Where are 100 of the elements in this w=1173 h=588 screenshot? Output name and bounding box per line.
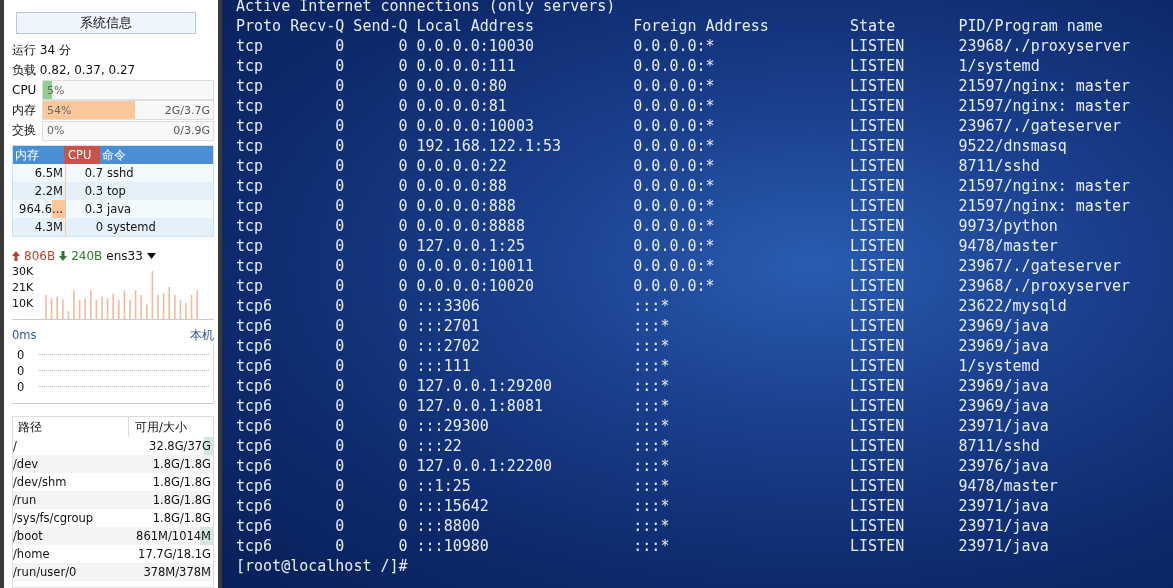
terminal-cell-text: 1/systemd xyxy=(958,356,1041,376)
terminal-cell-text: LISTEN xyxy=(850,356,906,376)
meter-reading: 54% xyxy=(46,104,72,117)
meter-label: 内存 xyxy=(12,102,37,119)
terminal-cell-text: :::* xyxy=(633,436,671,456)
terminal-cell-text: 1/systemd xyxy=(958,56,1041,76)
terminal-cell-text: tcp xyxy=(236,276,265,296)
terminal-cell-text: 0.0.0.0:* xyxy=(633,196,716,216)
terminal-cell-text: 0 xyxy=(334,236,345,256)
terminal-cell-text: 0.0.0.0:80 xyxy=(415,76,508,96)
terminal-cell-text: LISTEN xyxy=(850,276,906,296)
terminal-cell-text: 0 xyxy=(397,456,408,476)
terminal-cell-text: 9478/master xyxy=(958,476,1059,496)
terminal-cell-text: 0 xyxy=(397,76,408,96)
terminal-cell-text: 0.0.0.0:* xyxy=(633,256,716,276)
terminal-cell-text: LISTEN xyxy=(850,476,906,496)
terminal-cell-text: LISTEN xyxy=(850,416,906,436)
terminal-cell-text: 0 xyxy=(334,416,345,436)
terminal-cell-text: 0.0.0.0:* xyxy=(633,276,716,296)
arrow-up-icon xyxy=(12,251,20,261)
terminal-cell-text: LISTEN xyxy=(850,76,906,96)
terminal-cell-text: 127.0.0.1:22200 xyxy=(415,456,554,476)
terminal-cell-text: :::29300 xyxy=(415,416,490,436)
terminal-column-header: Local Address xyxy=(415,16,535,36)
terminal-cell-text: 0 xyxy=(397,256,408,276)
terminal-cell-text: 0 xyxy=(334,136,345,156)
terminal-cell-text: tcp xyxy=(236,36,265,56)
terminal-cell-text: 127.0.0.1:8081 xyxy=(415,396,544,416)
terminal-cell-text: tcp6 xyxy=(236,516,274,536)
column-header[interactable]: 路径 xyxy=(13,417,129,437)
terminal-cell-text: 23968/./proxyserver xyxy=(958,36,1131,56)
terminal-cell-text: LISTEN xyxy=(850,96,906,116)
terminal-cell-text: 0 xyxy=(334,56,345,76)
terminal-cell-text: :::* xyxy=(633,336,671,356)
meter-total: 0/3.9G xyxy=(173,124,211,138)
table-cell-text: 1.8G/1.8G xyxy=(151,492,212,509)
table-cell-text: 1.8G/1.8G xyxy=(151,456,212,473)
terminal-cell-text: :::8800 xyxy=(415,516,481,536)
terminal-cell-text: 0 xyxy=(334,316,345,336)
load-text: 负载 0.82, 0.37, 0.27 xyxy=(12,62,137,79)
terminal-cell-text: tcp6 xyxy=(236,476,274,496)
terminal-cell-text: 127.0.0.1:25 xyxy=(415,236,526,256)
terminal-cell-text: 0.0.0.0:* xyxy=(633,136,716,156)
terminal-cell-text: 0 xyxy=(334,516,345,536)
terminal-cell-text: 0 xyxy=(397,516,408,536)
table-cell: 2.2M xyxy=(13,182,66,200)
column-header[interactable]: 可用/大小 xyxy=(129,417,213,437)
terminal-cell-text: 0.0.0.0:* xyxy=(633,76,716,96)
table-cell-text: /run xyxy=(13,492,38,509)
terminal-cell-text: 127.0.0.1:29200 xyxy=(415,376,554,396)
terminal-cell-text: 0 xyxy=(397,236,408,256)
axis-label: 10K xyxy=(12,297,35,310)
terminal-cell-text: 0.0.0.0:88 xyxy=(415,176,508,196)
terminal-column-header: Send-Q xyxy=(352,16,408,36)
table-cell-text: 1.8G/1.8G xyxy=(151,510,212,527)
terminal-cell-text: LISTEN xyxy=(850,236,906,256)
caret-down-icon[interactable] xyxy=(146,253,156,259)
terminal-cell-text: 0 xyxy=(334,116,345,136)
terminal-cell-text: 0 xyxy=(334,336,345,356)
table-cell-text: 378M/378M xyxy=(142,564,212,581)
table-cell-text: 0.7 xyxy=(83,165,104,182)
table-cell-text: 0.3 xyxy=(83,183,104,200)
terminal-cell-text: :::10980 xyxy=(415,536,490,556)
axis-label: 0 xyxy=(16,380,26,394)
meter-reading: 0% xyxy=(46,124,65,138)
terminal-cell-text: 0.0.0.0:* xyxy=(633,156,716,176)
interface-selector[interactable]: ens33 xyxy=(106,249,143,263)
terminal-cell-text: 0 xyxy=(334,396,345,416)
terminal-cell-text: 0 xyxy=(397,356,408,376)
uptime-text: 运行 34 分 xyxy=(12,42,72,59)
column-header[interactable]: CPU xyxy=(64,146,100,164)
table-cell-text: /dev xyxy=(13,456,40,473)
terminal-cell-text: tcp6 xyxy=(236,536,274,556)
terminal-cell-text: 0.0.0.0:81 xyxy=(415,96,508,116)
terminal-cell-text: 23969/java xyxy=(958,396,1050,416)
table-cell-text: /home xyxy=(13,546,51,563)
terminal-cell-text: tcp6 xyxy=(236,396,274,416)
terminal-cell-text: 0.0.0.0:* xyxy=(633,96,716,116)
terminal-cell-text: LISTEN xyxy=(850,456,906,476)
terminal-cell-text: LISTEN xyxy=(850,56,906,76)
terminal-column-header: State xyxy=(850,16,897,36)
terminal-cell-text: tcp6 xyxy=(236,416,274,436)
terminal-cell-text: 0.0.0.0:888 xyxy=(415,196,517,216)
terminal-cell-text: 0.0.0.0:10011 xyxy=(415,256,535,276)
meter-label: 交换 xyxy=(12,122,37,140)
table-cell-text: 0.3 xyxy=(83,201,104,218)
terminal-cell-text: tcp6 xyxy=(236,316,274,336)
terminal-cell-text: 23971/java xyxy=(958,516,1050,536)
terminal-cell-text: 9478/master xyxy=(958,236,1059,256)
panel-title[interactable]: 系统信息 xyxy=(16,12,196,34)
terminal-cell-text: 0.0.0.0:* xyxy=(633,36,716,56)
terminal-cell-text: 0 xyxy=(397,496,408,516)
terminal-cell-text: 0 xyxy=(334,96,345,116)
terminal-cell-text: 0 xyxy=(334,216,345,236)
table-cell-text: /sys/fs/cgroup xyxy=(13,510,95,527)
terminal-cell-text: tcp xyxy=(236,56,265,76)
terminal-cell-text: tcp6 xyxy=(236,376,274,396)
terminal-cell-text: 23971/java xyxy=(958,536,1050,556)
terminal-cell-text: :::* xyxy=(633,356,671,376)
terminal-cell-text: 0 xyxy=(397,116,408,136)
